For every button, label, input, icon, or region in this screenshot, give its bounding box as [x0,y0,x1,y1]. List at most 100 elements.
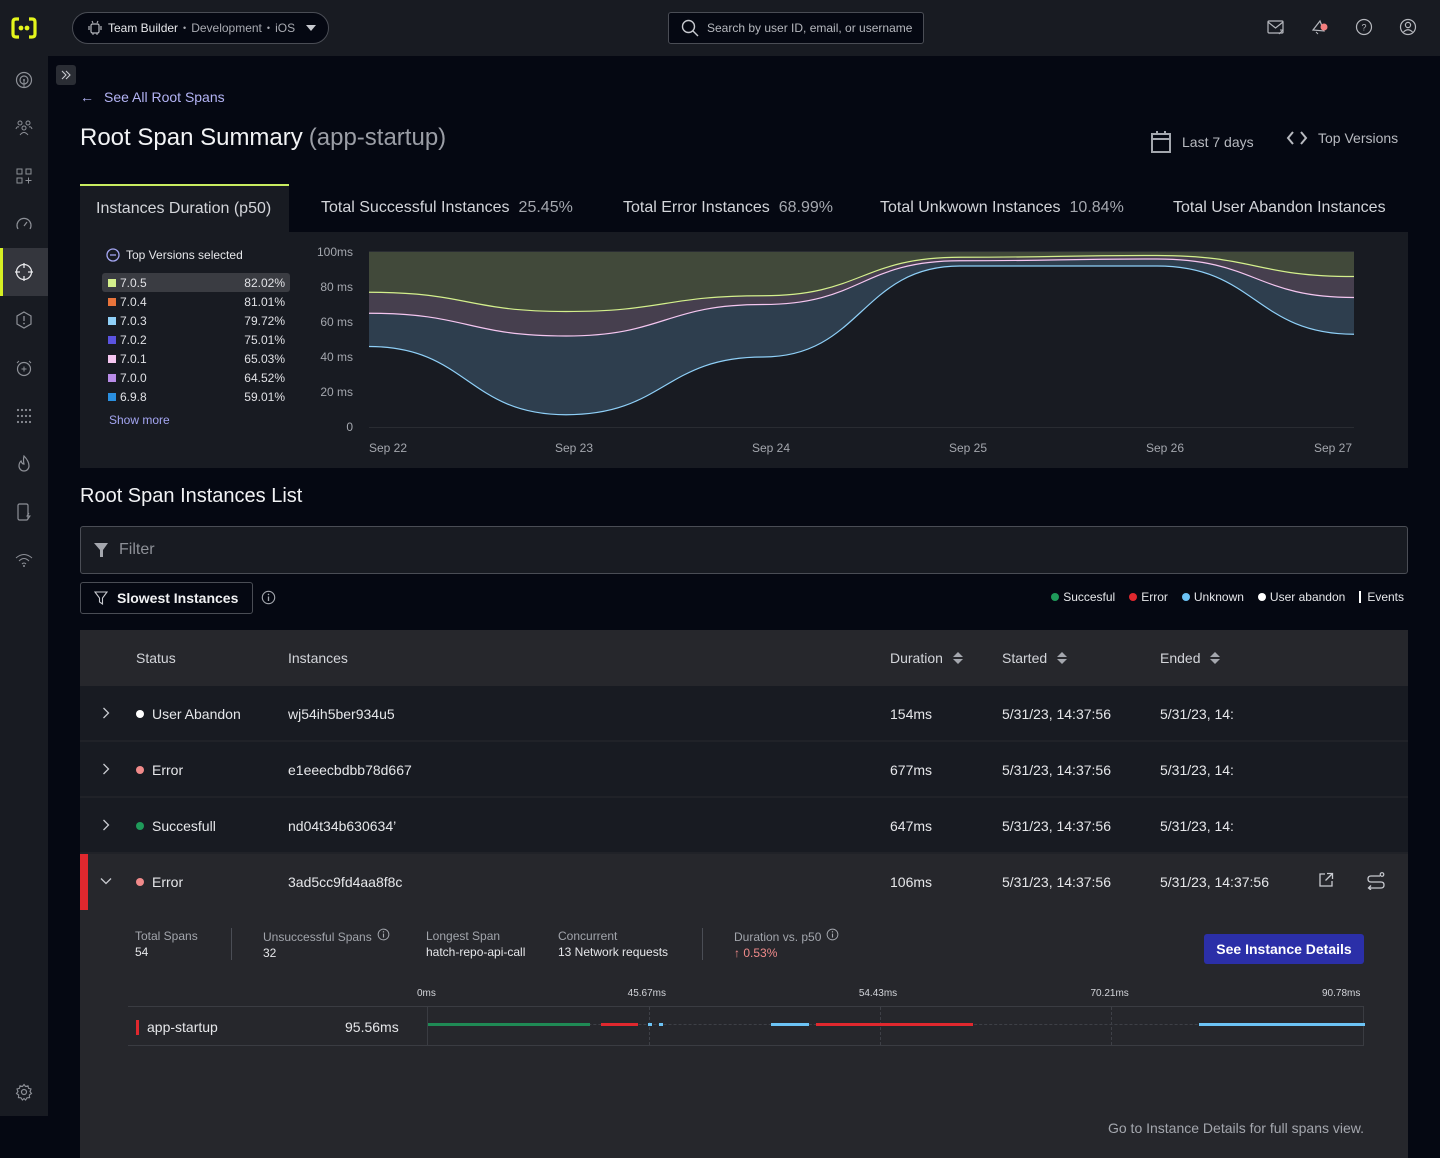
version-label: 7.0.0 [120,370,147,385]
user-search-input[interactable] [707,21,922,35]
radar-icon [15,71,33,89]
grid-dots-icon [16,408,32,424]
slowest-instances-button[interactable]: Slowest Instances [80,582,253,614]
account-icon[interactable] [1398,16,1418,38]
top-versions-selector[interactable]: Top Versions [1286,130,1398,146]
see-all-root-spans-link[interactable]: ← See All Root Spans [80,89,225,105]
sidebar-item-crashes[interactable] [0,440,48,488]
sidebar-item-alerts[interactable] [0,344,48,392]
full-spans-footnote: Go to Instance Details for full spans vi… [1107,1120,1364,1136]
page-title-text: Root Span Summary [80,124,303,151]
sidebar-item-errors[interactable] [0,296,48,344]
error-span-marker [136,1019,139,1035]
x-tick-label: Sep 25 [949,441,987,455]
x-tick-label: Sep 22 [369,441,407,455]
sort-icon [1057,652,1068,664]
column-ended-sort[interactable]: Ended [1160,650,1221,666]
tab-instances-duration[interactable]: Instances Duration (p50) [80,184,289,232]
tab-label: Total Unkwown Instances [880,199,1061,216]
sidebar-item-devices[interactable] [0,488,48,536]
span-segment-unknown[interactable] [659,1023,664,1026]
column-duration-sort[interactable]: Duration [890,650,963,666]
sidebar-item-apps[interactable] [0,392,48,440]
sidebar-item-network[interactable] [0,536,48,584]
sidebar-nav [0,56,48,1116]
minus-circle-icon [106,248,120,262]
tab-total-unknown[interactable]: Total Unkwown Instances 10.84% [880,184,1124,232]
arrow-left-icon: ← [80,89,94,105]
version-legend-item[interactable]: 7.0.0 64.52% [102,368,290,387]
span-name-text: app-startup [147,1019,218,1035]
platform-name: iOS [275,21,296,35]
page-subtitle: (app-startup) [308,124,447,151]
flame-icon [18,455,30,472]
trace-route-icon[interactable] [1366,872,1386,893]
table-row[interactable]: Succesfull nd04t34b630634’ 647ms 5/31/23, 1… [80,798,1408,854]
tab-total-user-abandon[interactable]: Total User Abandon Instances [1173,184,1386,232]
mail-share-icon[interactable] [1266,16,1286,38]
metric-value: ↑ 0.53% [734,946,778,960]
chevron-right-icon[interactable] [100,706,112,722]
version-legend-item[interactable]: 6.9.8 59.01% [102,387,290,406]
filter-input[interactable] [119,541,1319,559]
tab-total-error[interactable]: Total Error Instances 68.99% [623,184,833,232]
tab-total-successful[interactable]: Total Successful Instances 25.45% [321,184,573,232]
chevron-down-icon[interactable] [100,874,112,890]
sidebar-item-settings[interactable] [0,1068,48,1116]
table-row[interactable]: Error 3ad5cc9fd4aa8f8c 106ms 5/31/23, 14:37… [80,854,1408,1158]
instance-id: nd04t34b630634’ [288,818,397,834]
span-segment-unknown[interactable] [771,1023,810,1026]
chevron-right-icon[interactable] [100,818,112,834]
version-legend-item[interactable]: 7.0.4 81.01% [102,292,290,311]
expand-sidebar-button[interactable] [56,65,76,85]
metric-label-text: Unsuccessful Spans [263,929,372,944]
sidebar-item-dashboards[interactable] [0,152,48,200]
column-started-sort[interactable]: Started [1002,650,1068,666]
app-logo-icon[interactable] [11,16,37,40]
sidebar-item-users[interactable] [0,104,48,152]
column-status: Status [136,650,176,666]
date-range-picker[interactable]: Last 7 days [1150,130,1254,154]
span-name: app-startup [136,1019,218,1035]
version-legend-item[interactable]: 7.0.2 75.01% [102,330,290,349]
show-more-link[interactable]: Show more [109,413,170,427]
sidebar-item-spans[interactable] [0,248,48,296]
device-power-icon [17,503,31,521]
instance-detail-panel: Total Spans 54 Unsuccessful Spans 32 Longest… [80,910,1408,1158]
status-dot [136,766,144,774]
chevron-right-icon[interactable] [100,762,112,778]
ended-cell: 5/31/23, 14:37:56 [1160,874,1269,890]
help-icon[interactable]: ? [1354,16,1374,38]
span-segment-unknown[interactable] [647,1023,652,1026]
info-icon[interactable] [261,590,276,605]
span-segment-success[interactable] [428,1023,590,1026]
span-segment-unknown[interactable] [1198,1023,1365,1026]
version-legend-item[interactable]: 7.0.3 79.72% [102,311,290,330]
table-row[interactable]: User Abandon wj54ih5ber934u5 154ms 5/31/23,… [80,686,1408,742]
info-icon[interactable] [826,928,839,945]
instance-id: wj54ih5ber934u5 [288,706,395,722]
app-selector[interactable]: Team Builder • Development • iOS [72,12,329,44]
versions-legend-toggle[interactable]: Top Versions selected [106,248,243,262]
table-row[interactable]: Error e1eeecbdbb78d667 677ms 5/31/23, 14:37… [80,742,1408,798]
version-legend-item[interactable]: 7.0.5 82.02% [102,273,290,292]
see-instance-details-button[interactable]: See Instance Details [1204,934,1364,964]
duration-cell: 647ms [890,818,933,834]
span-timeline-row[interactable]: app-startup 95.56ms [128,1006,1365,1046]
span-segment-error[interactable] [816,1023,974,1026]
status-legend-item: Succesful [1051,590,1115,604]
started-cell: 5/31/23, 14:37:56 [1002,818,1111,834]
info-icon[interactable] [377,928,390,945]
sidebar-item-performance[interactable] [0,200,48,248]
notification-bell-icon[interactable] [1310,16,1330,38]
version-legend-item[interactable]: 7.0.1 65.03% [102,349,290,368]
metric-label-text: Longest Span [426,929,501,943]
instance-id: 3ad5cc9fd4aa8f8c [288,874,403,890]
sidebar-item-radar[interactable] [0,56,48,104]
status-label: Succesfull [152,818,216,834]
version-percent: 65.03% [244,351,285,366]
open-external-icon[interactable] [1318,872,1334,891]
span-segment-error[interactable] [600,1023,638,1026]
filter-field [80,526,1408,574]
version-label: 7.0.4 [120,294,147,309]
